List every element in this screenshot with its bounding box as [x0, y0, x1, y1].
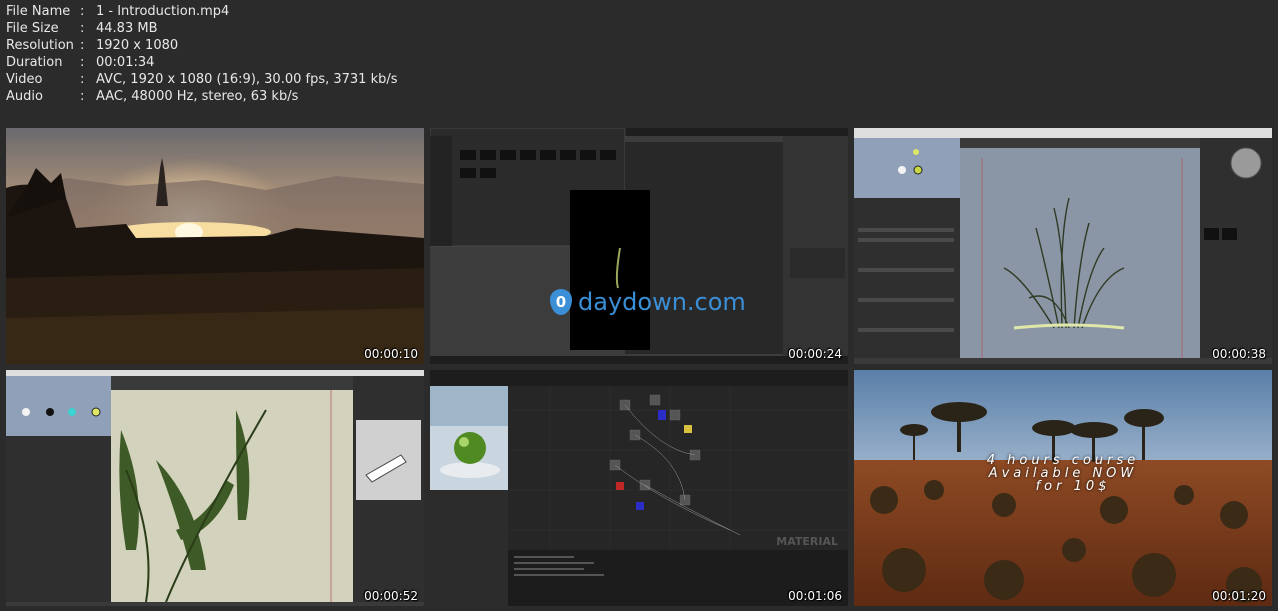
- thumbnail-timestamp: 00:00:52: [364, 589, 418, 603]
- file-info-row: File Name:1 - Introduction.mp4: [6, 3, 398, 20]
- thumbnail-timestamp: 00:01:20: [1212, 589, 1266, 603]
- file-info-row: File Size:44.83 MB: [6, 20, 398, 37]
- material-label: MATERIAL: [776, 535, 838, 548]
- info-value: 1920 x 1080: [96, 38, 179, 53]
- info-key: Video: [6, 72, 43, 87]
- info-separator: :: [80, 89, 85, 104]
- file-info-row: Resolution:1920 x 1080: [6, 37, 398, 54]
- info-key: Audio: [6, 89, 43, 104]
- info-value: 44.83 MB: [96, 21, 158, 36]
- info-key: File Size: [6, 21, 59, 36]
- thumbnail-savanna[interactable]: 4 hours course Available NOW for 10$ 00:…: [854, 370, 1272, 606]
- thumbnail-timestamp: 00:01:06: [788, 589, 842, 603]
- info-value: 1 - Introduction.mp4: [96, 4, 230, 19]
- thumbnail-plant-editor[interactable]: 00:00:52: [6, 370, 424, 606]
- info-separator: :: [80, 38, 85, 53]
- file-info: File Name:1 - Introduction.mp4 File Size…: [6, 3, 398, 105]
- watermark-mark: 0: [550, 289, 572, 315]
- sunset-image: [6, 128, 424, 364]
- info-separator: :: [80, 72, 85, 87]
- info-separator: :: [80, 55, 85, 70]
- info-value: 00:01:34: [96, 55, 155, 70]
- thumbnail-editor-dark[interactable]: 0 daydown.com 00:00:24: [430, 128, 848, 364]
- watermark: 0 daydown.com: [550, 288, 746, 316]
- watermark-text: daydown.com: [578, 288, 746, 316]
- thumbnail-grass-modeler[interactable]: 00:00:38: [854, 128, 1272, 364]
- thumbnail-sunset-landscape[interactable]: 00:00:10: [6, 128, 424, 364]
- info-value: AVC, 1920 x 1080 (16:9), 30.00 fps, 3731…: [96, 72, 398, 87]
- thumbnail-timestamp: 00:00:38: [1212, 347, 1266, 361]
- thumbnail-timestamp: 00:00:24: [788, 347, 842, 361]
- info-key: Resolution: [6, 38, 74, 53]
- grass-screenshot: [854, 128, 1272, 364]
- material-graph-screenshot: [430, 370, 848, 606]
- promo-line-3: for 10$: [1035, 479, 1111, 494]
- info-separator: :: [80, 4, 85, 19]
- info-key: File Name: [6, 4, 71, 19]
- info-separator: :: [80, 21, 85, 36]
- file-info-row: Video: AVC, 1920 x 1080 (16:9), 30.00 fps…: [6, 71, 398, 88]
- file-info-row: Duration:00:01:34: [6, 54, 398, 71]
- info-key: Duration: [6, 55, 63, 70]
- thumbnail-timestamp: 00:00:10: [364, 347, 418, 361]
- thumbnail-material-graph[interactable]: MATERIAL 00:01:06: [430, 370, 848, 606]
- editor-screenshot: [430, 128, 848, 364]
- plant-screenshot: [6, 370, 424, 606]
- info-value: AAC, 48000 Hz, stereo, 63 kb/s: [96, 89, 299, 104]
- file-info-row: Audio: AAC, 48000 Hz, stereo, 63 kb/s: [6, 88, 398, 105]
